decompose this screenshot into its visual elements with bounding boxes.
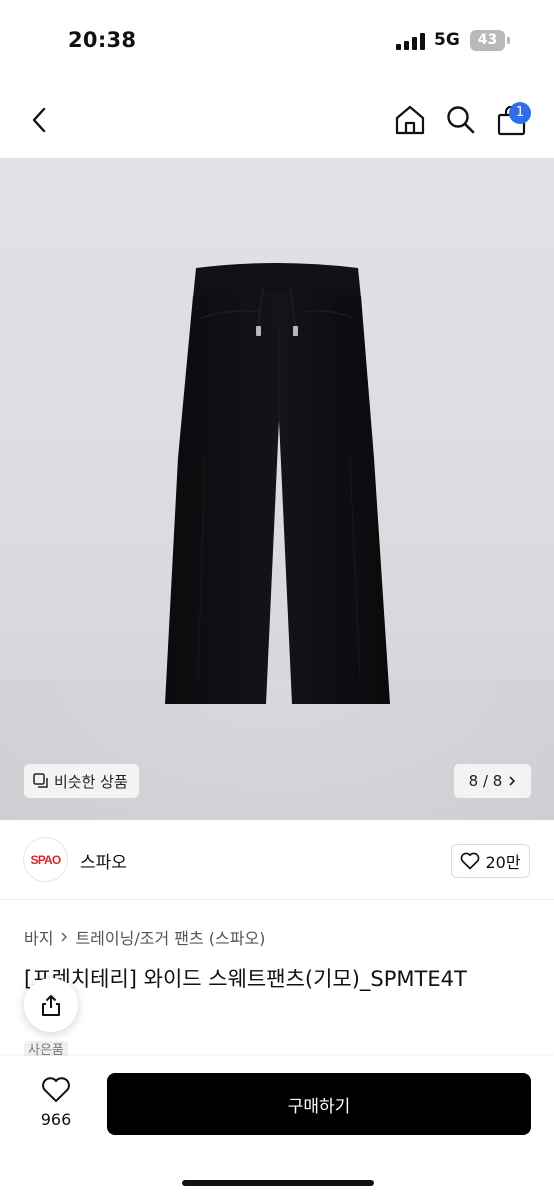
heart-icon bbox=[42, 1077, 70, 1102]
brand-like-count: 20만 bbox=[485, 853, 521, 872]
heart-icon bbox=[461, 852, 480, 870]
share-button[interactable] bbox=[24, 978, 78, 1032]
brand-row[interactable]: SPAO 스파오 20만 bbox=[0, 820, 554, 900]
share-icon bbox=[42, 995, 60, 1016]
network-type: 5G bbox=[434, 30, 460, 50]
status-time: 20:38 bbox=[68, 28, 137, 52]
home-icon[interactable] bbox=[393, 104, 427, 136]
brand-like-button[interactable]: 20만 bbox=[451, 844, 530, 878]
buy-button[interactable]: 구매하기 bbox=[107, 1073, 531, 1135]
battery-tip bbox=[507, 37, 510, 44]
nav-bar bbox=[0, 82, 554, 158]
breadcrumb-item[interactable]: 트레이닝/조거 팬츠 (스파오) bbox=[75, 925, 265, 949]
brand-name[interactable]: 스파오 bbox=[80, 848, 127, 873]
chevron-left-icon[interactable] bbox=[26, 104, 54, 136]
product-title: [프렌치테리] 와이드 스웨트팬츠(기모)_SPMTE4T bbox=[24, 967, 467, 991]
similar-products-label: 비슷한 상품 bbox=[54, 772, 128, 791]
brand-logo[interactable]: SPAO bbox=[23, 837, 68, 882]
similar-products-button[interactable]: 비슷한 상품 bbox=[24, 764, 139, 798]
battery-icon: 43 bbox=[470, 30, 505, 51]
similar-icon bbox=[33, 773, 48, 788]
product-photo-pants bbox=[165, 263, 390, 704]
wishlist-button[interactable]: 966 bbox=[28, 1076, 84, 1129]
chevron-right-icon bbox=[61, 932, 68, 942]
signal-icon bbox=[396, 33, 426, 50]
wishlist-count: 966 bbox=[40, 1110, 72, 1129]
breadcrumb-item[interactable]: 바지 bbox=[24, 925, 53, 949]
status-bar: 20:38 5G 43 bbox=[0, 0, 554, 82]
chevron-right-icon bbox=[509, 776, 516, 786]
cart-badge: 1 bbox=[509, 102, 531, 124]
bottom-action-bar: 966 구매하기 bbox=[0, 1056, 554, 1200]
product-image[interactable] bbox=[0, 158, 554, 820]
image-counter-text: 8 / 8 bbox=[468, 772, 503, 790]
home-indicator bbox=[182, 1180, 374, 1186]
search-icon[interactable] bbox=[445, 104, 477, 136]
image-counter[interactable]: 8 / 8 bbox=[454, 764, 531, 798]
breadcrumb: 바지 트레이닝/조거 팬츠 (스파오) bbox=[24, 925, 265, 949]
